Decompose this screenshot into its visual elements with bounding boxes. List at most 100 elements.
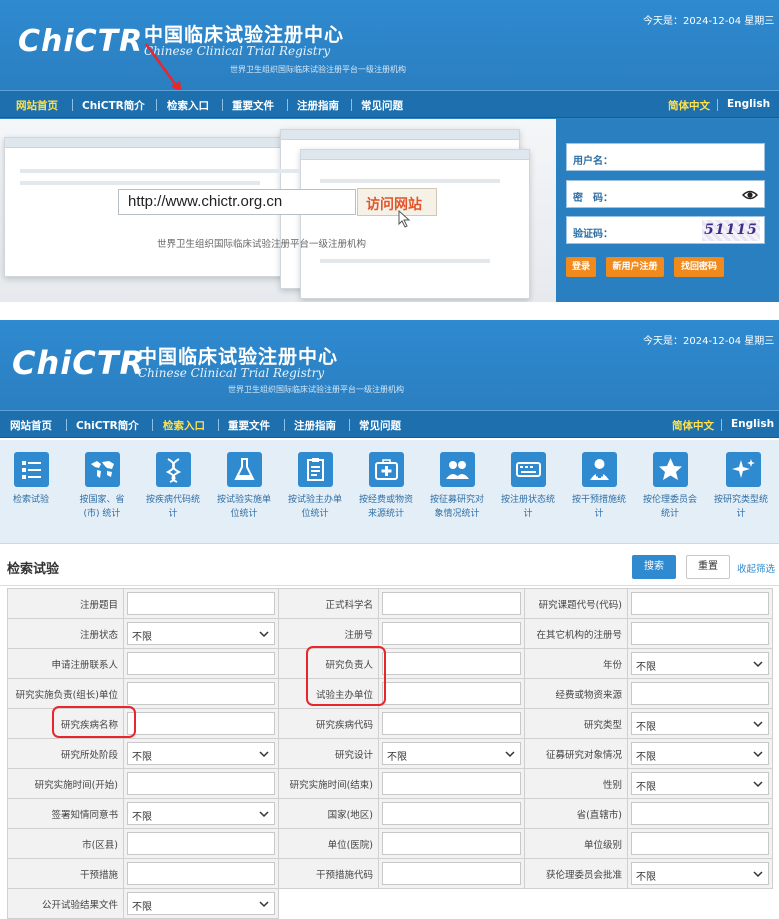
site-subtitle: 世界卫生组织国际临床试验注册平台一级注册机构 bbox=[228, 385, 404, 394]
highlight-annotation bbox=[52, 706, 136, 738]
filter-input[interactable] bbox=[382, 592, 521, 615]
filter-select[interactable]: 不限 bbox=[631, 742, 769, 765]
field-cell bbox=[627, 588, 773, 619]
chictr-logo[interactable]: ChiCTR bbox=[18, 24, 143, 59]
filter-select[interactable]: 不限 bbox=[382, 742, 521, 765]
stat-label[interactable]: 按经费或物资 来源统计 bbox=[349, 493, 423, 521]
reset-button[interactable]: 重置 bbox=[686, 555, 730, 579]
filter-select[interactable]: 不限 bbox=[127, 802, 275, 825]
stat-label[interactable]: 按注册状态统计 bbox=[491, 493, 565, 521]
filter-input[interactable] bbox=[127, 712, 275, 735]
filter-input[interactable] bbox=[382, 652, 521, 675]
nav-search-entry[interactable]: 检索入口 bbox=[167, 98, 209, 113]
register-button[interactable]: 新用户注册 bbox=[606, 257, 664, 277]
stat-label[interactable]: 按征募研究对 象情况统计 bbox=[420, 493, 494, 521]
filter-input[interactable] bbox=[382, 712, 521, 735]
filter-input[interactable] bbox=[127, 772, 275, 795]
chictr-logo[interactable]: ChiCTR bbox=[12, 344, 145, 382]
filter-input[interactable] bbox=[631, 622, 769, 645]
password-field[interactable]: 密 码： bbox=[566, 180, 765, 208]
login-button[interactable]: 登录 bbox=[566, 257, 596, 277]
recover-password-button[interactable]: 找回密码 bbox=[674, 257, 724, 277]
keyboard-icon[interactable] bbox=[511, 452, 546, 487]
nav-documents[interactable]: 重要文件 bbox=[232, 98, 274, 113]
form-row: 研究所处阶段 不限 研究设计 不限 征募研究对象情况 不限 bbox=[7, 738, 773, 769]
stat-label[interactable]: 按研究类型统计 bbox=[704, 493, 778, 521]
people-icon[interactable] bbox=[440, 452, 475, 487]
highlight-annotation bbox=[306, 646, 386, 706]
filter-select[interactable]: 不限 bbox=[127, 892, 275, 915]
header-banner: 今天是：2024-12-04 星期三 ChiCTR 中国临床试验注册中心 Chi… bbox=[0, 0, 779, 90]
stat-label[interactable]: 按伦理委员会 统计 bbox=[633, 493, 707, 521]
nav-guide[interactable]: 注册指南 bbox=[297, 98, 339, 113]
filter-input[interactable] bbox=[382, 682, 521, 705]
nav-faq[interactable]: 常见问题 bbox=[361, 98, 403, 113]
filter-select[interactable]: 不限 bbox=[631, 772, 769, 795]
cursor-icon bbox=[398, 210, 411, 228]
list-icon[interactable] bbox=[14, 452, 49, 487]
nav-search-entry[interactable]: 检索入口 bbox=[163, 418, 205, 433]
medical-kit-icon[interactable] bbox=[369, 452, 404, 487]
stat-label[interactable]: 按疾病代码统计 bbox=[136, 493, 210, 521]
nav-about[interactable]: ChiCTR简介 bbox=[82, 98, 145, 113]
field-label: 研究设计 bbox=[278, 738, 379, 769]
username-field[interactable]: 用户名： bbox=[566, 143, 765, 171]
main-nav: 网站首页 ChiCTR简介 检索入口 重要文件 注册指南 常见问题 简体中文 E… bbox=[0, 90, 779, 118]
field-cell: 不限 bbox=[627, 708, 773, 739]
doctor-icon[interactable] bbox=[582, 452, 617, 487]
nav-guide[interactable]: 注册指南 bbox=[294, 418, 336, 433]
stat-label[interactable]: 按国家、省 (市) 统计 bbox=[65, 493, 139, 521]
filter-select[interactable]: 不限 bbox=[631, 862, 769, 885]
lang-english[interactable]: English bbox=[731, 418, 774, 430]
lang-chinese[interactable]: 简体中文 bbox=[672, 418, 714, 433]
collapse-filter-link[interactable]: 收起筛选 bbox=[737, 561, 775, 575]
filter-input[interactable] bbox=[127, 592, 275, 615]
filter-input[interactable] bbox=[631, 592, 769, 615]
stat-label[interactable]: 按试验实施单 位统计 bbox=[207, 493, 281, 521]
nav-faq[interactable]: 常见问题 bbox=[359, 418, 401, 433]
select-value: 不限 bbox=[132, 752, 152, 763]
field-cell: 不限 bbox=[123, 798, 279, 829]
search-section-title: 检索试验 bbox=[7, 562, 60, 577]
filter-select[interactable]: 不限 bbox=[127, 742, 275, 765]
captcha-field[interactable]: 验证码： 51115 bbox=[566, 216, 765, 244]
stat-label[interactable]: 按干预措施统计 bbox=[562, 493, 636, 521]
nav-documents[interactable]: 重要文件 bbox=[228, 418, 270, 433]
lang-english[interactable]: English bbox=[727, 98, 770, 110]
filter-select[interactable]: 不限 bbox=[631, 652, 769, 675]
form-row: 注册题目 正式科学名 研究课题代号(代码) bbox=[7, 588, 773, 619]
eye-icon[interactable] bbox=[742, 187, 758, 203]
filter-input[interactable] bbox=[382, 772, 521, 795]
filter-input[interactable] bbox=[127, 652, 275, 675]
captcha-image[interactable]: 51115 bbox=[702, 220, 760, 241]
filter-select[interactable]: 不限 bbox=[127, 622, 275, 645]
search-button[interactable]: 搜索 bbox=[632, 555, 676, 579]
nav-home[interactable]: 网站首页 bbox=[16, 98, 58, 113]
nav-about[interactable]: ChiCTR简介 bbox=[76, 418, 139, 433]
filter-select[interactable]: 不限 bbox=[631, 712, 769, 735]
stat-label[interactable]: 按试验主办单 位统计 bbox=[278, 493, 352, 521]
filter-input[interactable] bbox=[631, 802, 769, 825]
filter-input[interactable] bbox=[631, 682, 769, 705]
filter-input[interactable] bbox=[382, 862, 521, 885]
filter-input[interactable] bbox=[382, 802, 521, 825]
stat-label[interactable]: 检索试验 bbox=[0, 493, 68, 507]
filter-input[interactable] bbox=[382, 622, 521, 645]
visit-site-button[interactable]: 访问网站 bbox=[357, 188, 437, 216]
flask-icon[interactable] bbox=[227, 452, 262, 487]
star-icon[interactable] bbox=[653, 452, 688, 487]
filter-input[interactable] bbox=[127, 682, 275, 705]
world-map-icon[interactable] bbox=[85, 452, 120, 487]
filter-input[interactable] bbox=[127, 832, 275, 855]
filter-input[interactable] bbox=[382, 832, 521, 855]
dna-icon[interactable] bbox=[156, 452, 191, 487]
filter-input[interactable] bbox=[631, 832, 769, 855]
nav-home[interactable]: 网站首页 bbox=[10, 418, 52, 433]
clipboard-icon[interactable] bbox=[298, 452, 333, 487]
field-cell: 不限 bbox=[627, 738, 773, 769]
field-cell: 不限 bbox=[627, 768, 773, 799]
sparkle-icon[interactable] bbox=[726, 452, 761, 487]
filter-input[interactable] bbox=[127, 862, 275, 885]
lang-chinese[interactable]: 简体中文 bbox=[668, 98, 710, 113]
field-label: 研究疾病代码 bbox=[278, 708, 379, 739]
